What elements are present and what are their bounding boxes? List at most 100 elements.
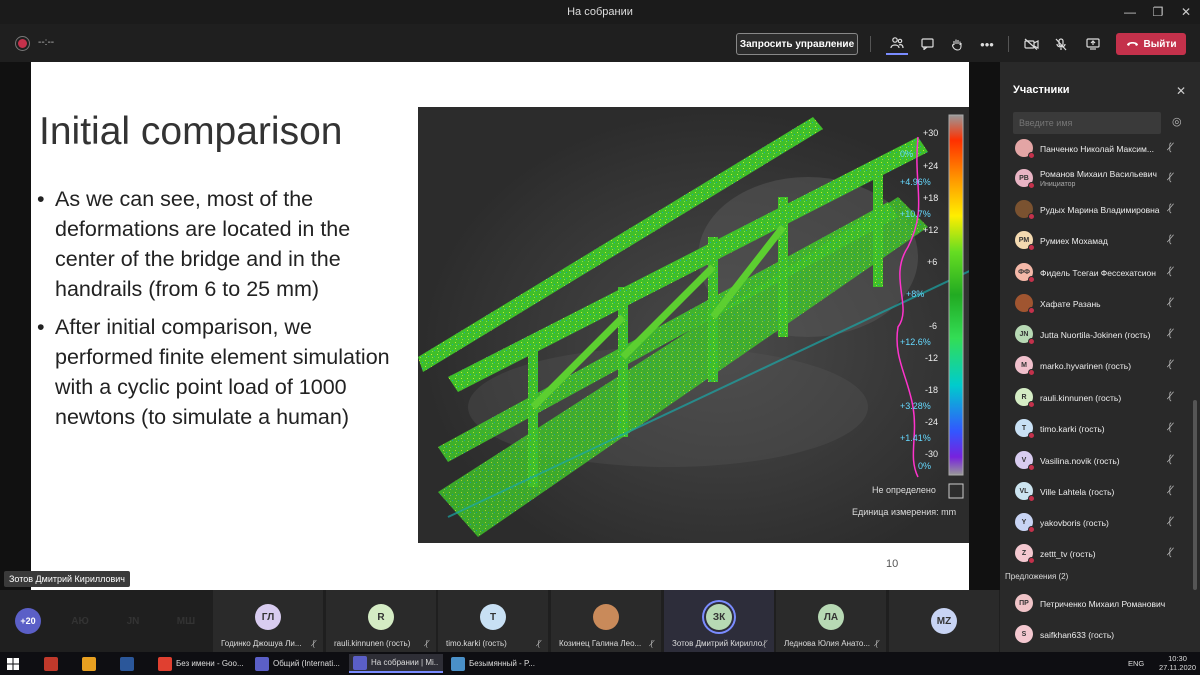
view-icon[interactable]: ◎ — [1172, 115, 1182, 128]
taskbar-app[interactable]: Безымянный - P... — [447, 654, 541, 673]
taskbar-app[interactable] — [78, 654, 100, 673]
mic-off-icon: ❲̸ — [535, 639, 542, 648]
avatar-initials: VL — [1019, 487, 1029, 495]
close-icon[interactable]: ✕ — [1172, 0, 1200, 24]
scale-label: +30 — [923, 128, 939, 138]
participant-row[interactable]: V Vasilina.novik (гость) ❲̸ — [1000, 445, 1194, 475]
taskbar-app[interactable] — [40, 654, 62, 673]
suggested-participant-row[interactable]: ПР Петриченко Михаил Романович — [1000, 588, 1194, 618]
video-tile[interactable]: Козинец Галина Лео... ❲̸ — [551, 590, 661, 652]
percent-label: +4.96% — [900, 177, 931, 187]
chat-icon[interactable] — [916, 33, 938, 55]
video-tile[interactable]: Rrauli.kinnunen (гость) ❲̸ — [326, 590, 436, 652]
avatar-initials: Y — [1021, 518, 1027, 526]
participant-row[interactable]: VL Ville Lahtela (гость) ❲̸ — [1000, 476, 1194, 506]
slide-page-number: 10 — [886, 558, 899, 570]
toolbar-divider — [870, 36, 871, 52]
avatar: T — [1015, 419, 1035, 439]
participant-row[interactable]: JN Jutta Nuortila-Jokinen (гость) ❲̸ — [1000, 319, 1194, 349]
avatar: Z — [1015, 544, 1035, 564]
participants-icon[interactable] — [886, 33, 908, 55]
taskbar-app[interactable]: На собрании | Mi... — [349, 654, 443, 673]
strip-avatar[interactable]: МШ — [173, 608, 199, 634]
taskbar-app[interactable] — [116, 654, 138, 673]
start-button[interactable] — [6, 654, 20, 673]
percent-label: 0% — [900, 149, 914, 159]
request-control-button[interactable]: Запросить управление — [736, 33, 858, 55]
strip-avatar[interactable]: АЮ — [67, 608, 93, 634]
mic-off-icon: ❲̸ — [1166, 203, 1175, 214]
tile-avatar: ЛА — [818, 604, 844, 630]
video-tile[interactable]: MZ — [889, 590, 999, 652]
participant-name: yakovboris (гость) — [1040, 518, 1109, 528]
scale-label: +6 — [927, 257, 938, 267]
mic-off-icon: ❲̸ — [1166, 172, 1175, 183]
video-tile[interactable]: ЛА Леднова Юлия Анато... ❲̸ — [776, 590, 886, 652]
participant-search-input[interactable] — [1013, 112, 1161, 134]
avatar: S — [1015, 625, 1033, 643]
mic-off-icon[interactable] — [1050, 33, 1072, 55]
input-language[interactable]: ENG — [1128, 659, 1144, 668]
taskbar-app[interactable]: Без имени - Goo... — [154, 654, 248, 673]
participant-row[interactable]: Mmarko.hyvarinen (гость) ❲̸ — [1000, 350, 1194, 380]
participant-row[interactable]: Панченко Николай Максим... ❲̸ — [1000, 134, 1194, 163]
participant-row[interactable]: Рудых Марина Владимировна ❲̸ — [1000, 194, 1194, 224]
scale-label: -6 — [929, 321, 938, 331]
taskbar-app-label: На собрании | Mi... — [371, 658, 439, 667]
more-participants-badge[interactable]: +20 — [15, 608, 41, 634]
participant-row[interactable]: Rrauli.kinnunen (гость) ❲̸ — [1000, 382, 1194, 412]
status-icon — [1028, 182, 1035, 189]
percent-label: +10.7% — [900, 209, 931, 219]
participant-name: Ville Lahtela (гость) — [1040, 487, 1115, 497]
mic-off-icon: ❲̸ — [1166, 266, 1175, 277]
avatar: ФФ — [1015, 263, 1035, 283]
minimize-icon[interactable]: — — [1116, 0, 1144, 24]
restore-icon[interactable]: ❐ — [1144, 0, 1172, 24]
mic-off-icon: ❲̸ — [1166, 359, 1175, 370]
mic-off-icon: ❲̸ — [423, 639, 430, 648]
tile-avatar: ГЛ — [255, 604, 281, 630]
avatar — [1015, 294, 1035, 314]
tile-name: rauli.kinnunen (гость) — [334, 639, 411, 648]
participant-row[interactable]: РВ Романов Михаил Васильевич Инициатор ❲̸ — [1000, 163, 1194, 193]
teams-window: На собрании — ❐ ✕ --:-- Запросить управл… — [0, 0, 1200, 675]
participant-row[interactable]: Yyakovboris (гость) ❲̸ — [1000, 507, 1194, 537]
participant-row[interactable]: ФФ Фидель Тсегаи Фессехатсион ❲̸ — [1000, 257, 1194, 287]
video-tile[interactable]: ГЛ Годинко Джошуа Ли... ❲̸ — [213, 590, 323, 652]
system-clock[interactable]: 10:30 27.11.2020 — [1159, 654, 1196, 672]
tile-avatar — [593, 604, 619, 630]
leave-button[interactable]: Выйти — [1116, 33, 1186, 55]
close-icon[interactable]: ✕ — [1176, 84, 1186, 98]
tile-avatar: MZ — [931, 608, 957, 634]
app-icon — [353, 655, 367, 670]
participant-name: Фидель Тсегаи Фессехатсион — [1040, 268, 1156, 278]
raise-hand-icon[interactable] — [946, 33, 968, 55]
participant-row[interactable]: Ttimo.karki (гость) ❲̸ — [1000, 413, 1194, 443]
more-options-icon[interactable]: ••• — [976, 33, 998, 55]
presenter-name-tag: Зотов Дмитрий Кириллович — [4, 571, 130, 587]
video-tile[interactable]: ЗК Зотов Дмитрий Кирилло... ❲̸ — [664, 590, 774, 652]
mic-off-icon: ❲̸ — [1166, 391, 1175, 402]
avatar-initials: ФФ — [1018, 268, 1030, 276]
avatar-initials: JN — [1019, 330, 1029, 338]
participant-row[interactable]: Zzettt_tv (гость) ❲̸ — [1000, 538, 1194, 568]
strip-avatar[interactable]: JN — [120, 608, 146, 634]
taskbar-app[interactable]: Общий (Internati... — [251, 654, 345, 673]
phone-hangup-icon — [1126, 39, 1139, 50]
camera-off-icon[interactable] — [1020, 33, 1042, 55]
participant-name: timo.karki (гость) — [1040, 424, 1105, 434]
video-tile[interactable]: Ttimo.karki (гость) ❲̸ — [438, 590, 548, 652]
participant-list: Панченко Николай Максим... ❲̸ РВ Романов Ми… — [1000, 134, 1200, 652]
tile-avatar: T — [480, 604, 506, 630]
participant-row[interactable]: РМ Румиех Мохамад ❲̸ — [1000, 225, 1194, 255]
avatar-initials: S — [1021, 630, 1027, 638]
participant-row[interactable]: Хафате Разань ❲̸ — [1000, 288, 1194, 318]
slide-bullets: As we can see, most of the deformations … — [37, 184, 397, 440]
status-icon — [1028, 369, 1035, 376]
suggestions-section-label[interactable]: Предложения (2) — [1005, 572, 1068, 581]
suggested-participant-row[interactable]: Ssaifkhan633 (гость) — [1000, 619, 1194, 649]
panel-scrollbar[interactable] — [1193, 400, 1197, 590]
share-screen-icon[interactable] — [1082, 33, 1104, 55]
avatar — [1015, 139, 1035, 159]
taskbar-app-label: Общий (Internati... — [273, 659, 340, 668]
